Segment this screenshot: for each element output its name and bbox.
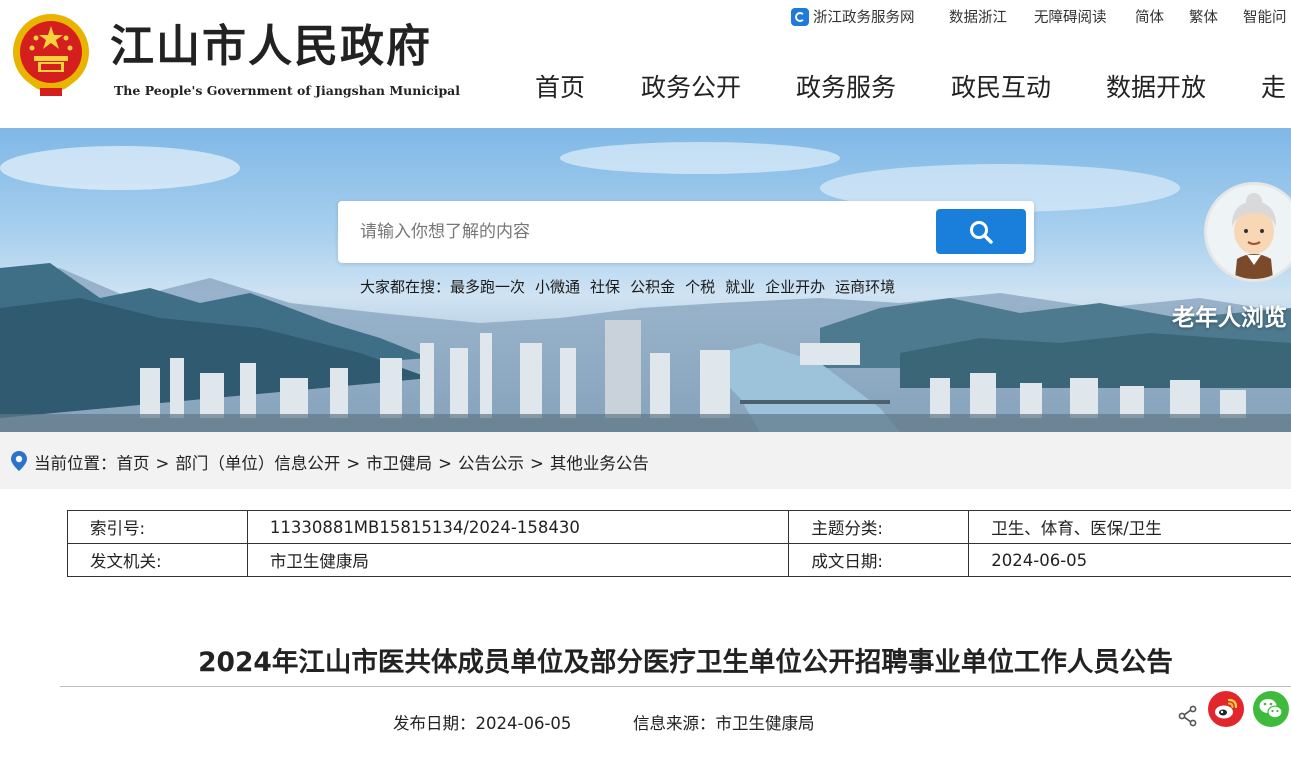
site-subtitle: The People's Government of Jiangshan Mun… — [114, 83, 461, 98]
written-date-value: 2024-06-05 — [968, 543, 1291, 577]
hot-keyword[interactable]: 个税 — [685, 278, 715, 296]
hot-search-label: 大家都在搜： — [360, 278, 451, 296]
breadcrumb-bar: 当前位置：首页 > 部门（单位）信息公开 > 市卫健局 > 公告公示 > 其他业务公告 — [0, 432, 1291, 489]
hero-banner: 大家都在搜：最多跑一次小微通社保公积金个税就业企业开办运商环境 老年人浏览 — [0, 128, 1291, 432]
topic-label: 主题分类: — [788, 510, 970, 544]
index-number-label: 索引号: — [67, 510, 248, 544]
breadcrumb-item-home[interactable]: 首页 — [117, 454, 150, 473]
location-pin-icon — [11, 451, 27, 471]
wechat-share-button[interactable] — [1253, 691, 1289, 727]
info-source: 信息来源：市卫生健康局 — [633, 714, 815, 733]
nav-open-data[interactable]: 数据开放 — [1106, 70, 1206, 106]
issuer-value: 市卫生健康局 — [246, 543, 790, 577]
top-link-simplified[interactable]: 简体 — [1135, 8, 1164, 28]
breadcrumb-item-notices[interactable]: 公告公示 — [458, 454, 524, 473]
search-box — [338, 201, 1034, 263]
title-divider — [60, 686, 1291, 687]
top-link-zjzwfw[interactable]: 浙江政务服务网 — [791, 8, 915, 28]
weibo-share-button[interactable] — [1208, 691, 1244, 727]
site-header: 江山市人民政府 The People's Government of Jiang… — [0, 0, 1291, 128]
nav-interaction[interactable]: 政民互动 — [951, 70, 1051, 106]
breadcrumb-item-health-bureau[interactable]: 市卫健局 — [366, 454, 432, 473]
breadcrumb-label: 当前位置： — [34, 454, 117, 473]
publish-date: 发布日期：2024-06-05 — [393, 714, 572, 733]
top-link-accessibility[interactable]: 无障碍阅读 — [1034, 8, 1107, 28]
wechat-icon — [1259, 699, 1283, 719]
hot-keyword[interactable]: 企业开办 — [765, 278, 825, 296]
elderly-person-icon — [1207, 185, 1291, 279]
article-title: 2024年江山市医共体成员单位及部分医疗卫生单位公开招聘事业单位工作人员公告 — [198, 647, 1173, 678]
nav-gov-services[interactable]: 政务服务 — [796, 70, 896, 106]
nav-home[interactable]: 首页 — [535, 70, 585, 106]
breadcrumb-separator: > — [346, 454, 361, 473]
document-info-table: 索引号: 11330881MB15815134/2024-158430 主题分类… — [67, 510, 1291, 577]
breadcrumb-item-dept-disclosure[interactable]: 部门（单位）信息公开 — [175, 454, 340, 473]
top-link-smart-qa[interactable]: 智能问 — [1243, 8, 1287, 28]
breadcrumb: 当前位置：首页 > 部门（单位）信息公开 > 市卫健局 > 公告公示 > 其他业务公告 — [10, 450, 649, 475]
hot-keyword[interactable]: 最多跑一次 — [450, 278, 525, 296]
search-icon — [970, 221, 993, 244]
zhejiang-service-icon — [791, 8, 809, 26]
top-link-data-zhejiang[interactable]: 数据浙江 — [949, 8, 1007, 28]
written-date-label: 成文日期: — [788, 543, 970, 577]
top-link-traditional[interactable]: 繁体 — [1189, 8, 1218, 28]
table-row: 发文机关: 市卫生健康局 成文日期: 2024-06-05 — [67, 543, 1291, 577]
breadcrumb-separator: > — [438, 454, 452, 473]
hot-keyword[interactable]: 小微通 — [535, 278, 580, 296]
weibo-icon — [1215, 698, 1238, 719]
topic-value: 卫生、体育、医保/卫生 — [968, 510, 1291, 544]
search-button[interactable] — [936, 209, 1026, 254]
index-number-value: 11330881MB15815134/2024-158430 — [246, 510, 790, 544]
elder-mode-label[interactable]: 老年人浏览 — [1172, 298, 1287, 332]
breadcrumb-separator: > — [529, 454, 544, 473]
hot-keyword[interactable]: 就业 — [725, 278, 755, 296]
hot-searches: 大家都在搜：最多跑一次 小微通 社保 公积金 个税 就业 企业开办 运商环境 — [360, 276, 895, 297]
nav-explore[interactable]: 走 — [1261, 70, 1286, 106]
national-emblem-icon[interactable] — [10, 12, 92, 98]
hot-keyword[interactable]: 公积金 — [630, 278, 675, 296]
site-title: 江山市人民政府 — [110, 21, 432, 72]
table-row: 索引号: 11330881MB15815134/2024-158430 主题分类… — [67, 510, 1291, 544]
share-icon[interactable] — [1178, 705, 1198, 727]
issuer-label: 发文机关: — [67, 543, 248, 577]
search-input[interactable] — [338, 201, 928, 263]
hot-keyword[interactable]: 社保 — [590, 278, 620, 296]
nav-gov-affairs-open[interactable]: 政务公开 — [641, 70, 741, 106]
breadcrumb-item-other-notices[interactable]: 其他业务公告 — [550, 454, 649, 473]
hot-keyword[interactable]: 运商环境 — [835, 278, 895, 296]
breadcrumb-separator: > — [155, 454, 170, 473]
